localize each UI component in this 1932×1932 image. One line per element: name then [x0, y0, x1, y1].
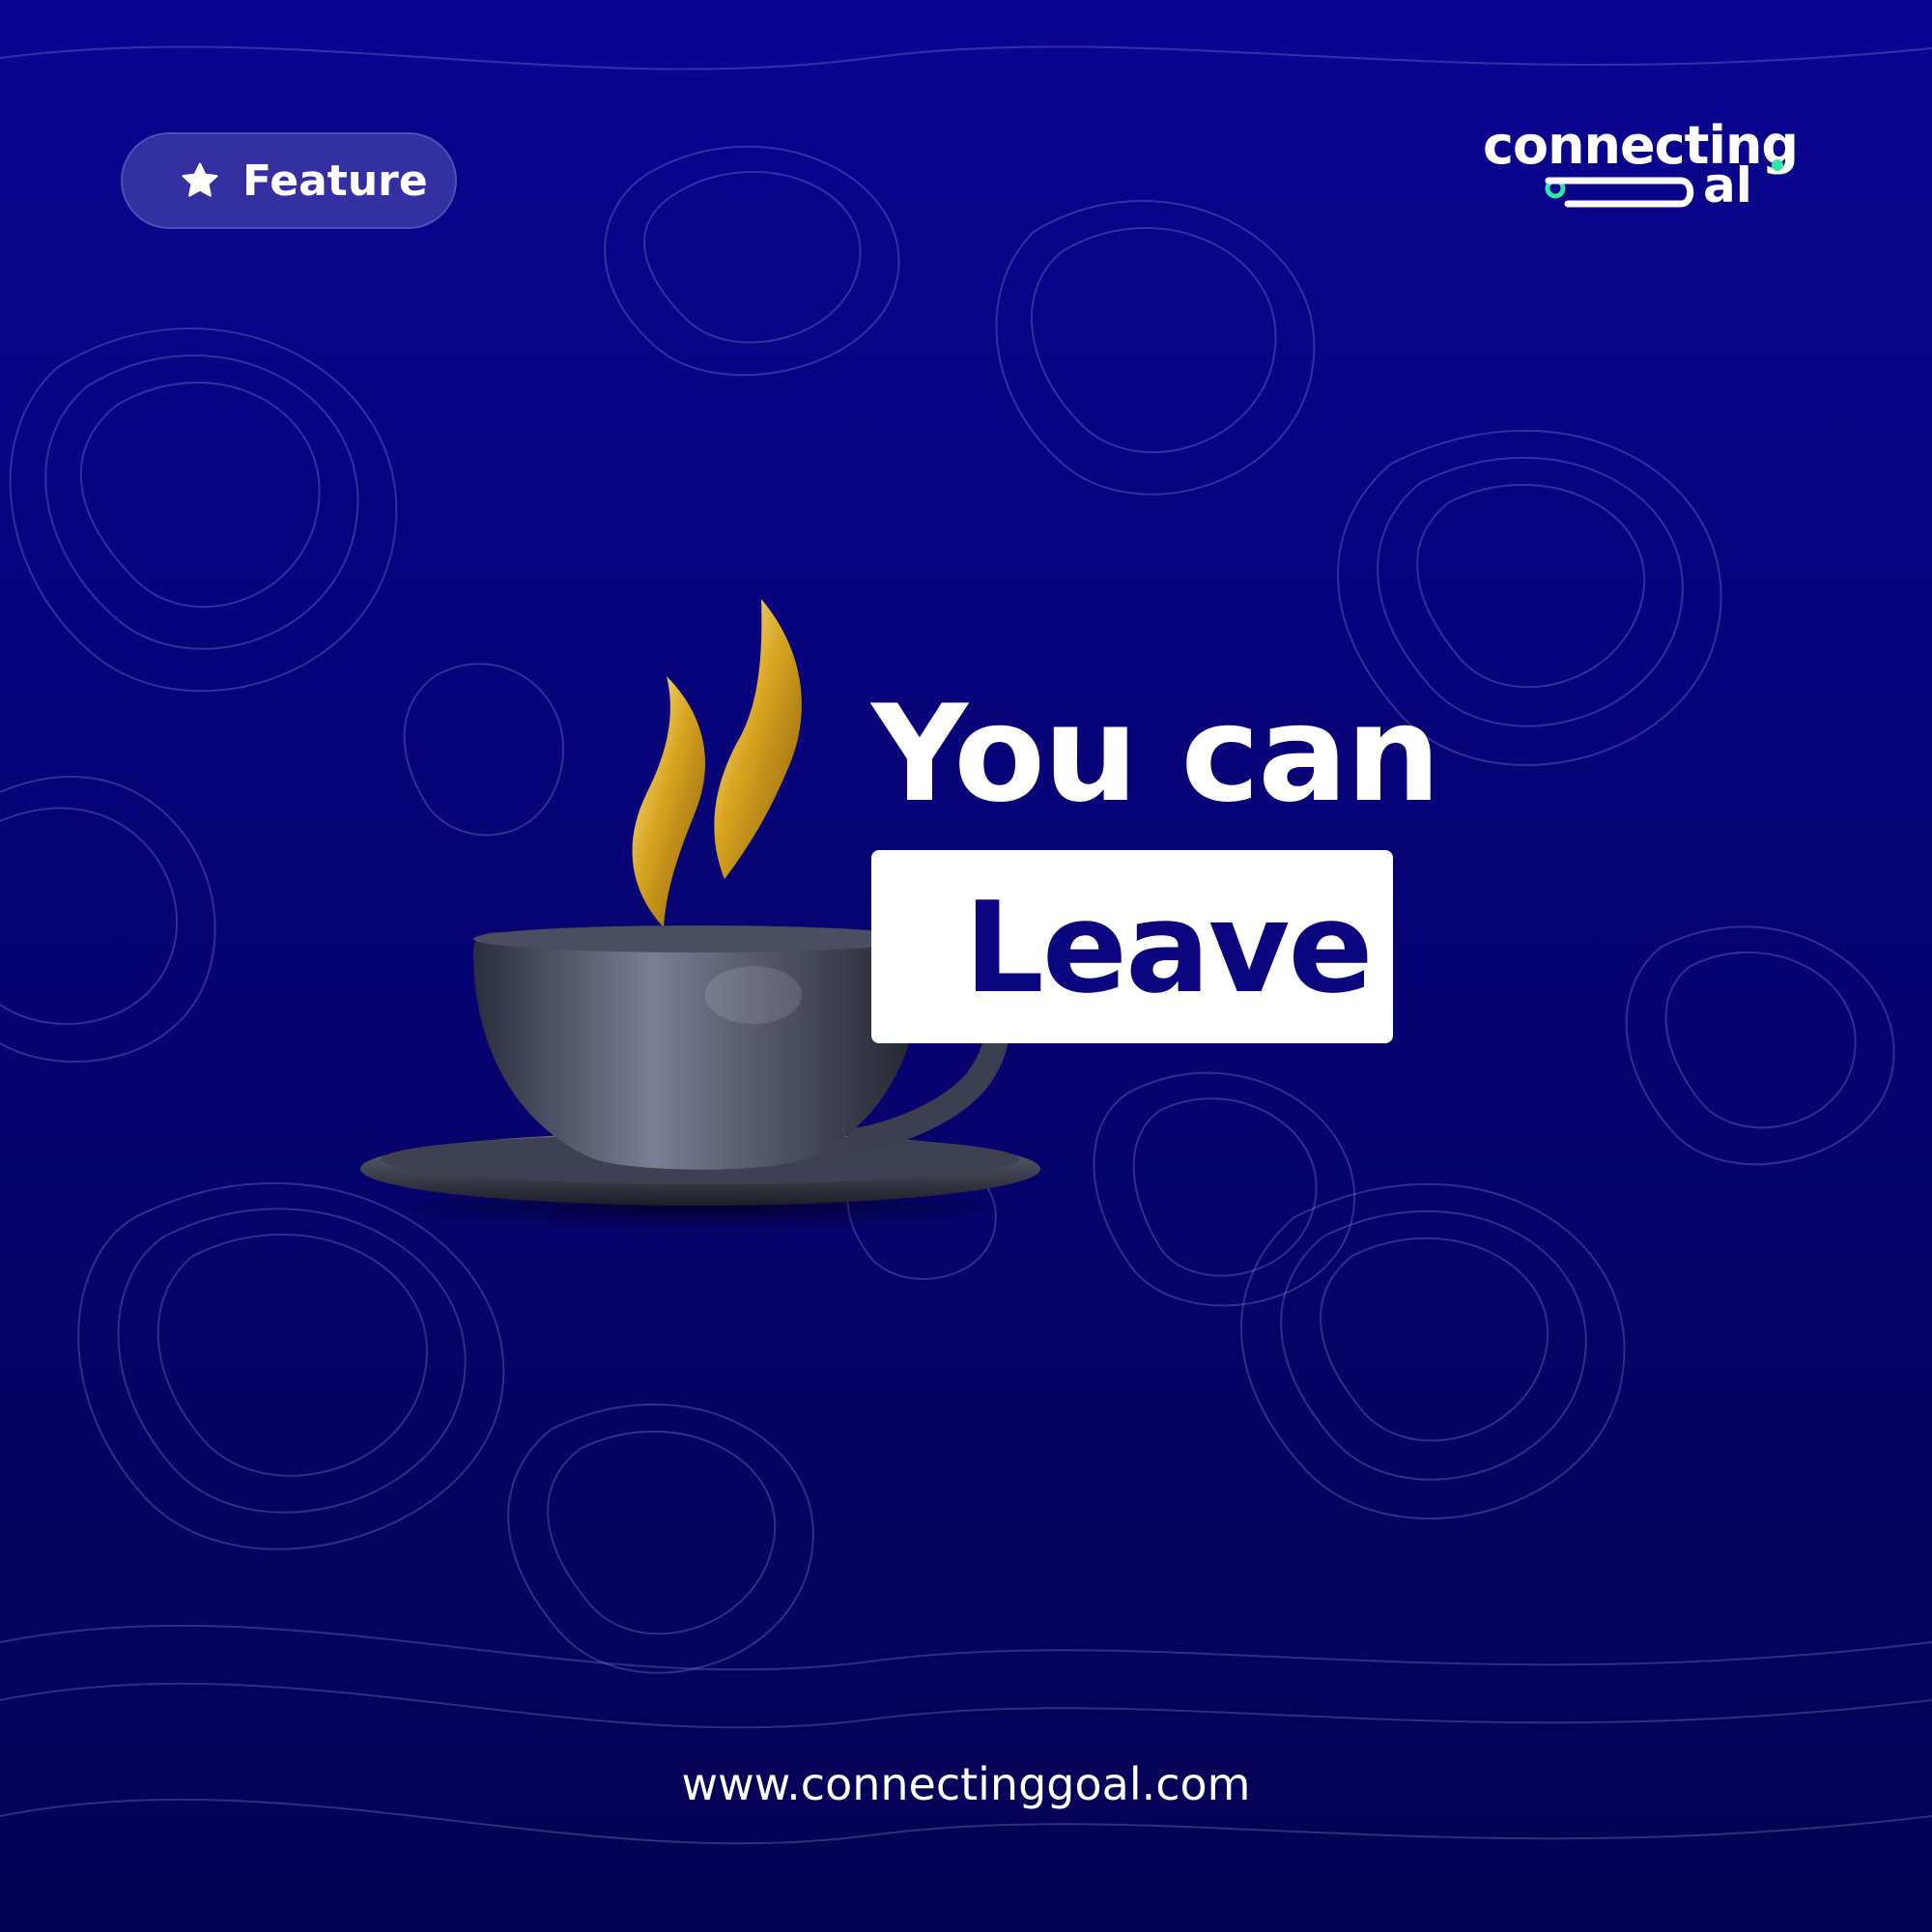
- steam-right: [714, 599, 802, 879]
- star-icon: [182, 162, 218, 197]
- highlight-word: Leave: [964, 874, 1374, 1021]
- website-url: www.connectinggoal.com: [681, 1758, 1251, 1810]
- feature-badge: Feature: [121, 132, 457, 229]
- steam-left: [632, 676, 705, 927]
- feature-label: Feature: [242, 156, 428, 206]
- logo-wordmark-bottom: al: [1703, 157, 1752, 213]
- brand-logo: connecting al: [1483, 115, 1799, 217]
- headline-text: You can: [871, 676, 1441, 832]
- poster-canvas: Feature connecting al You can Leave www.…: [0, 0, 1932, 1932]
